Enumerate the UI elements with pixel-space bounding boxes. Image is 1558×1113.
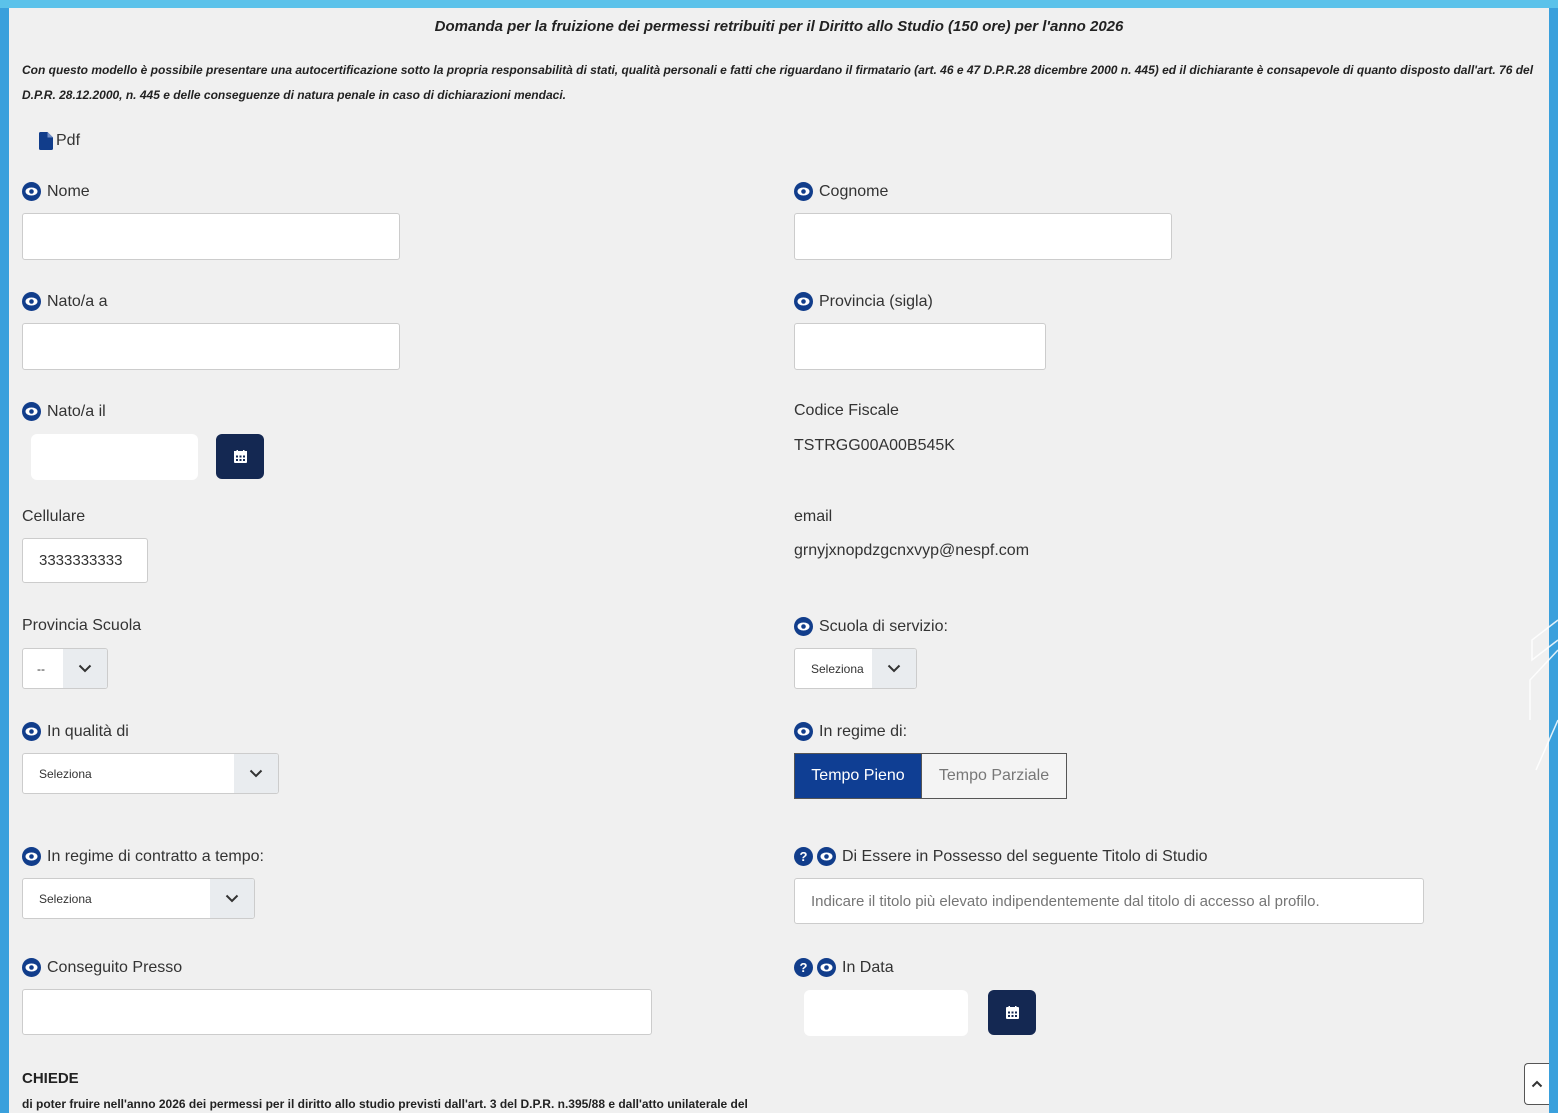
eye-icon[interactable] <box>817 847 836 866</box>
eye-icon[interactable] <box>22 292 41 311</box>
regime-toggle: Tempo Pieno Tempo Parziale <box>794 753 1067 799</box>
regime-label-text: In regime di: <box>819 722 908 740</box>
email-label: email <box>794 508 833 525</box>
contratto-select[interactable]: Seleziona <box>22 878 255 919</box>
nato-il-date-input[interactable] <box>31 434 198 480</box>
calendar-icon <box>1005 1006 1019 1019</box>
chevron-down-icon <box>63 649 107 688</box>
in-data-date-input[interactable] <box>804 990 968 1036</box>
cognome-label-text: Cognome <box>819 182 889 200</box>
tempo-parziale-button[interactable]: Tempo Parziale <box>921 754 1066 798</box>
provincia-scuola-selected: -- <box>37 661 45 676</box>
provincia-scuola-select[interactable]: -- <box>22 648 108 689</box>
titolo-studio-label: ? Di Essere in Possesso del seguente Tit… <box>794 847 1208 866</box>
chiede-text: di poter fruire nell'anno 2026 dei perme… <box>22 1097 748 1111</box>
eye-icon[interactable] <box>22 958 41 977</box>
form-panel: Domanda per la fruizione dei permessi re… <box>9 8 1549 1113</box>
nato-a-label-text: Nato/a a <box>47 292 108 310</box>
titolo-studio-input[interactable] <box>794 878 1424 924</box>
calendar-icon <box>233 450 247 463</box>
qualita-label-text: In qualità di <box>47 722 129 740</box>
eye-icon[interactable] <box>22 402 41 421</box>
chevron-down-icon <box>234 754 278 793</box>
eye-icon[interactable] <box>794 182 813 201</box>
in-data-calendar-button[interactable] <box>988 990 1036 1035</box>
nato-a-label: Nato/a a <box>22 292 107 311</box>
decorative-lines <box>1529 619 1558 771</box>
eye-icon[interactable] <box>794 292 813 311</box>
chevron-down-icon <box>872 649 916 688</box>
eye-icon[interactable] <box>22 182 41 201</box>
nome-input[interactable] <box>22 213 400 260</box>
nato-a-input[interactable] <box>22 323 400 370</box>
qualita-selected: Seleziona <box>39 766 92 781</box>
nome-label: Nome <box>22 182 90 201</box>
nato-il-label: Nato/a il <box>22 402 106 421</box>
contratto-label-text: In regime di contratto a tempo: <box>47 847 264 865</box>
chevron-down-icon <box>210 879 254 918</box>
scuola-servizio-label-text: Scuola di servizio: <box>819 617 948 635</box>
tempo-pieno-button[interactable]: Tempo Pieno <box>795 754 921 798</box>
nome-label-text: Nome <box>47 182 90 200</box>
help-icon[interactable]: ? <box>794 847 813 866</box>
window-top-band <box>0 0 1558 8</box>
provincia-scuola-label: Provincia Scuola <box>22 617 142 634</box>
provincia-input[interactable] <box>794 323 1046 370</box>
qualita-select[interactable]: Seleziona <box>22 753 279 794</box>
qualita-label: In qualità di <box>22 722 129 741</box>
in-data-label-text: In Data <box>842 958 894 976</box>
cellulare-label: Cellulare <box>22 508 86 525</box>
email-value: grnyjxnopdzgcnxvyp@nespf.com <box>794 542 1030 559</box>
conseguito-presso-label-text: Conseguito Presso <box>47 958 183 976</box>
chevron-up-icon <box>1531 1080 1543 1088</box>
page-title: Domanda per la fruizione dei permessi re… <box>434 18 1124 35</box>
pdf-link-label: Pdf <box>56 132 81 149</box>
eye-icon[interactable] <box>794 722 813 741</box>
conseguito-presso-label: Conseguito Presso <box>22 958 182 977</box>
file-icon <box>39 132 53 150</box>
eye-icon[interactable] <box>22 722 41 741</box>
scuola-servizio-select[interactable]: Seleziona <box>794 648 917 689</box>
scuola-servizio-label: Scuola di servizio: <box>794 617 948 636</box>
eye-icon[interactable] <box>817 958 836 977</box>
nato-il-label-text: Nato/a il <box>47 402 106 420</box>
chiede-heading: CHIEDE <box>22 1070 79 1087</box>
in-data-label: ? In Data <box>794 958 894 977</box>
eye-icon[interactable] <box>794 617 813 636</box>
scroll-to-top-button[interactable] <box>1524 1063 1549 1105</box>
intro-text: Con questo modello è possibile presentar… <box>22 63 1534 102</box>
scuola-servizio-selected: Seleziona <box>811 661 864 676</box>
cognome-input[interactable] <box>794 213 1172 260</box>
provincia-label-text: Provincia (sigla) <box>819 292 933 310</box>
regime-label: In regime di: <box>794 722 907 741</box>
eye-icon[interactable] <box>22 847 41 866</box>
titolo-studio-label-text: Di Essere in Possesso del seguente Titol… <box>842 847 1208 865</box>
cognome-label: Cognome <box>794 182 888 201</box>
contratto-selected: Seleziona <box>39 891 92 906</box>
conseguito-presso-input[interactable] <box>22 989 652 1035</box>
codice-fiscale-label: Codice Fiscale <box>794 402 899 419</box>
contratto-label: In regime di contratto a tempo: <box>22 847 264 866</box>
codice-fiscale-value: TSTRGG00A00B545K <box>794 437 955 454</box>
provincia-label: Provincia (sigla) <box>794 292 933 311</box>
nato-il-calendar-button[interactable] <box>216 434 264 479</box>
cellulare-input[interactable] <box>22 538 148 583</box>
help-icon[interactable]: ? <box>794 958 813 977</box>
pdf-link[interactable]: Pdf <box>39 132 80 150</box>
